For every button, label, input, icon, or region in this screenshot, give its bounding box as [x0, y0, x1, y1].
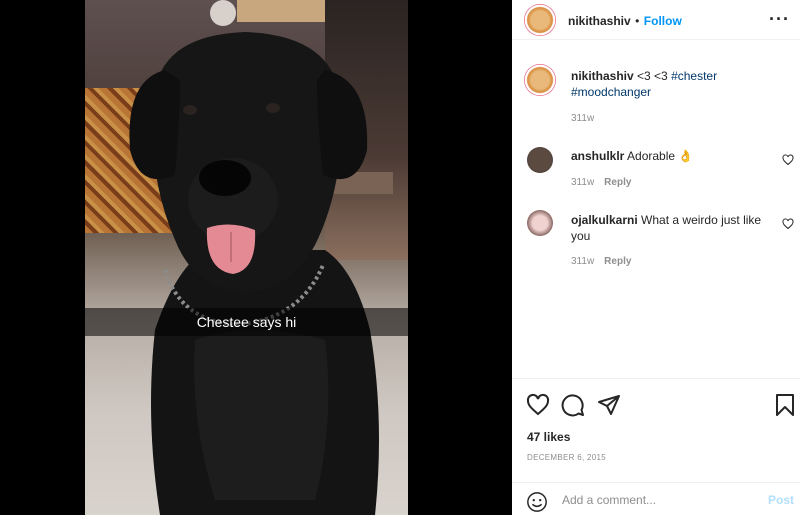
post-panel: nikithashiv • Follow ··· nikithashiv <3 …	[512, 0, 800, 515]
post-caption: nikithashiv <3 <3 #chester #moodchanger	[571, 68, 771, 100]
comment-username[interactable]: anshulklr	[571, 149, 624, 163]
post-date[interactable]: DECEMBER 6, 2015	[527, 453, 606, 462]
post-actions: 47 likes DECEMBER 6, 2015 Add a comment.…	[512, 378, 800, 515]
commenter-avatar[interactable]	[527, 210, 553, 236]
caption-username[interactable]: nikithashiv	[571, 69, 634, 83]
reply-button[interactable]: Reply	[604, 177, 631, 188]
likes-count[interactable]: 47 likes	[527, 430, 570, 444]
comment-text: Adorable 👌	[627, 149, 694, 163]
snap-caption-bar: Chestee says hi	[85, 308, 408, 336]
emoji-smiley-icon[interactable]	[526, 491, 548, 513]
reply-button[interactable]: Reply	[604, 256, 631, 267]
caption-age: 311w	[571, 113, 595, 124]
header-separator: •	[635, 14, 640, 28]
comment-username[interactable]: ojalkulkarni	[571, 213, 638, 227]
caption-author-avatar[interactable]	[524, 64, 556, 96]
comment-item: anshulklr Adorable 👌	[571, 148, 771, 164]
comment-meta: 311w Reply	[571, 256, 631, 267]
dog-image	[129, 32, 379, 515]
post-media: Chestee says hi	[0, 0, 512, 515]
post-comment-button[interactable]: Post	[768, 493, 794, 507]
share-paper-plane-icon[interactable]	[597, 393, 621, 417]
save-bookmark-icon[interactable]	[774, 393, 796, 417]
header-user-line: nikithashiv • Follow	[568, 12, 682, 30]
hashtag-chester[interactable]: #chester	[671, 69, 717, 83]
follow-button[interactable]: Follow	[644, 14, 682, 28]
like-comment-heart-icon[interactable]	[782, 154, 794, 166]
add-comment-bar: Add a comment... Post	[512, 482, 800, 515]
comment-age: 311w	[571, 177, 595, 188]
author-username[interactable]: nikithashiv	[568, 14, 631, 28]
post-photo[interactable]: Chestee says hi	[85, 0, 408, 515]
comment-input[interactable]: Add a comment...	[562, 493, 656, 507]
comment-meta: 311w Reply	[571, 177, 631, 188]
comment-age: 311w	[571, 256, 595, 267]
author-avatar[interactable]	[524, 4, 556, 36]
like-comment-heart-icon[interactable]	[782, 218, 794, 230]
like-heart-icon[interactable]	[526, 393, 550, 417]
caption-text: <3 <3	[637, 69, 672, 83]
hashtag-moodchanger[interactable]: #moodchanger	[571, 85, 651, 99]
comment-item: ojalkulkarni What a weirdo just like you	[571, 212, 771, 244]
post-header: nikithashiv • Follow ···	[512, 0, 800, 40]
snap-caption-text: Chestee says hi	[196, 314, 297, 330]
commenter-avatar[interactable]	[527, 147, 553, 173]
more-horizontal-icon[interactable]: ···	[769, 9, 790, 30]
comment-bubble-icon[interactable]	[561, 393, 585, 417]
